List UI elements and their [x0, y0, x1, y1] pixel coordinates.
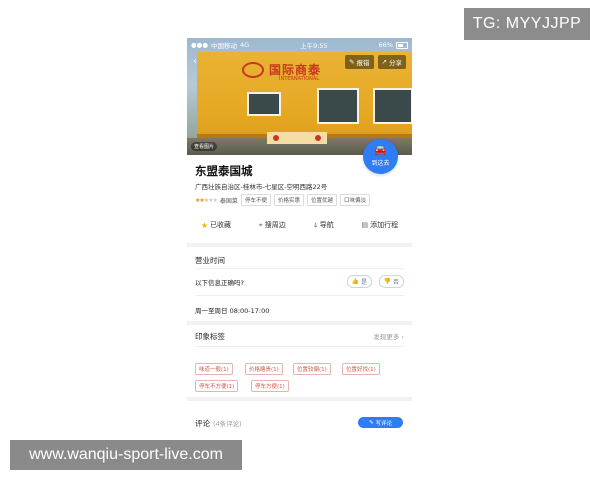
confirm-yes-button[interactable]: 👍 是 — [346, 275, 372, 288]
share-button[interactable]: ↗ 分享 — [377, 55, 406, 69]
navigation-button[interactable]: ⍋ 导航 — [314, 220, 334, 230]
impression-tags-section: 印象标签 发现更多 › 味道一般(1) 价格略贵(1) 位置较偏(1) 位置好找… — [187, 325, 412, 397]
tag-chip: 位置优越 — [306, 194, 337, 206]
favorite-label: 已收藏 — [210, 221, 232, 229]
add-itinerary-button[interactable]: ▤ 添加行程 — [361, 220, 398, 230]
place-tags: ★★★★★ 泰国菜 停车不便 价格实惠 位置优越 口味偏淡 — [195, 194, 370, 206]
yes-label: 是 — [360, 279, 367, 286]
battery-icon — [395, 41, 408, 49]
report-error-label: 报错 — [356, 59, 370, 67]
window — [247, 92, 281, 116]
sign-dot — [273, 135, 279, 141]
impression-tag[interactable]: 味道一般(1) — [195, 363, 233, 375]
window — [317, 88, 359, 124]
navigation-arrow-icon: ⍋ — [313, 220, 318, 229]
impression-tag[interactable]: 位置好找(1) — [342, 363, 380, 375]
battery-percent: 66% — [378, 41, 393, 49]
divider — [195, 346, 404, 347]
write-comment-label: 写评论 — [375, 420, 393, 427]
impression-tag[interactable]: 停车方便(1) — [251, 380, 289, 392]
car-icon: 🚘 — [374, 145, 387, 156]
network-type: 4G — [240, 41, 250, 49]
tag-chip: 口味偏淡 — [339, 194, 370, 206]
cuisine-tag: 泰国菜 — [219, 197, 238, 205]
tag-chip: 停车不便 — [240, 194, 271, 206]
comments-header: 评论 (4条评论) — [195, 418, 242, 429]
business-hours-section: 营业时间 以下信息正确吗? 👍 是 👎 否 周一至周日 08:00-17:00 — [187, 247, 412, 321]
report-error-button[interactable]: ✎ 报错 — [345, 55, 374, 69]
place-address: 广西壮族自治区-桂林市-七星区-空明西路22号 — [195, 183, 328, 191]
window — [373, 88, 412, 124]
thumbs-down-icon: 👎 — [383, 278, 391, 285]
impression-tag[interactable]: 停车不方便(1) — [195, 380, 239, 392]
impression-tag[interactable]: 价格略贵(1) — [245, 363, 283, 375]
navigation-label: 导航 — [319, 221, 334, 229]
discover-more-link[interactable]: 发现更多 › — [373, 331, 404, 341]
share-icon: ↗ — [381, 58, 387, 66]
action-bar: ★ 已收藏 ⌖ 搜周边 ⍋ 导航 ▤ 添加行程 — [187, 215, 412, 235]
hours-title: 营业时间 — [195, 256, 225, 265]
watermark-bottom: www.wanqiu-sport-live.com — [10, 440, 242, 470]
comments-title: 评论 — [195, 419, 210, 428]
view-photos-button[interactable]: 查看图片 — [191, 142, 218, 151]
chevron-right-icon: › — [401, 333, 404, 341]
search-nearby-label: 搜周边 — [264, 221, 286, 229]
carrier: 中国移动 — [211, 42, 238, 50]
location-pin-icon: ⌖ — [258, 220, 263, 229]
divider — [195, 295, 404, 296]
impression-tag[interactable]: 位置较偏(1) — [293, 363, 331, 375]
confirm-no-button[interactable]: 👎 否 — [378, 275, 404, 288]
calendar-icon: ▤ — [361, 221, 369, 229]
sign-subtext: INTERNATIONAL — [279, 76, 320, 82]
edit-icon: ✎ — [349, 58, 355, 66]
favorite-button[interactable]: ★ 已收藏 — [201, 220, 231, 230]
phone-screen: 国际商泰 INTERNATIONAL ●●● 中国移动 4G 上午9:55 66… — [187, 38, 412, 440]
star-icon: ★ — [200, 220, 209, 230]
edit-icon: ✎ — [368, 419, 374, 426]
opening-hours: 周一至周日 08:00-17:00 — [195, 307, 270, 315]
watermark-top: TG: MYYJJPP — [464, 8, 590, 40]
signal-icon: ●●● — [191, 41, 209, 49]
share-label: 分享 — [389, 59, 402, 67]
divider — [195, 268, 404, 269]
correctness-question: 以下信息正确吗? — [195, 279, 244, 287]
status-bar: ●●● 中国移动 4G 上午9:55 66% — [187, 38, 412, 52]
go-here-label: 到这去 — [371, 160, 390, 167]
comment-count: (4条评论) — [213, 420, 242, 428]
sign-dot — [315, 135, 321, 141]
tag-chip: 价格实惠 — [273, 194, 304, 206]
go-here-button[interactable]: 🚘 到这去 — [363, 139, 398, 174]
back-chevron-icon[interactable]: ‹ — [193, 56, 197, 67]
add-itinerary-label: 添加行程 — [370, 221, 399, 229]
search-nearby-button[interactable]: ⌖ 搜周边 — [259, 220, 286, 230]
write-comment-button[interactable]: ✎ 写评论 — [358, 417, 403, 428]
clock: 上午9:55 — [300, 42, 328, 50]
impressions-title: 印象标签 — [195, 332, 225, 341]
no-label: 否 — [392, 279, 399, 286]
sign-logo — [242, 62, 264, 78]
discover-more-label: 发现更多 — [373, 333, 400, 341]
place-title: 东盟泰国城 — [195, 164, 253, 178]
rating-stars: ★★★★★ — [195, 196, 218, 204]
comments-section: 评论 (4条评论) ✎ 写评论 — [187, 401, 412, 440]
thumbs-up-icon: 👍 — [351, 278, 359, 285]
